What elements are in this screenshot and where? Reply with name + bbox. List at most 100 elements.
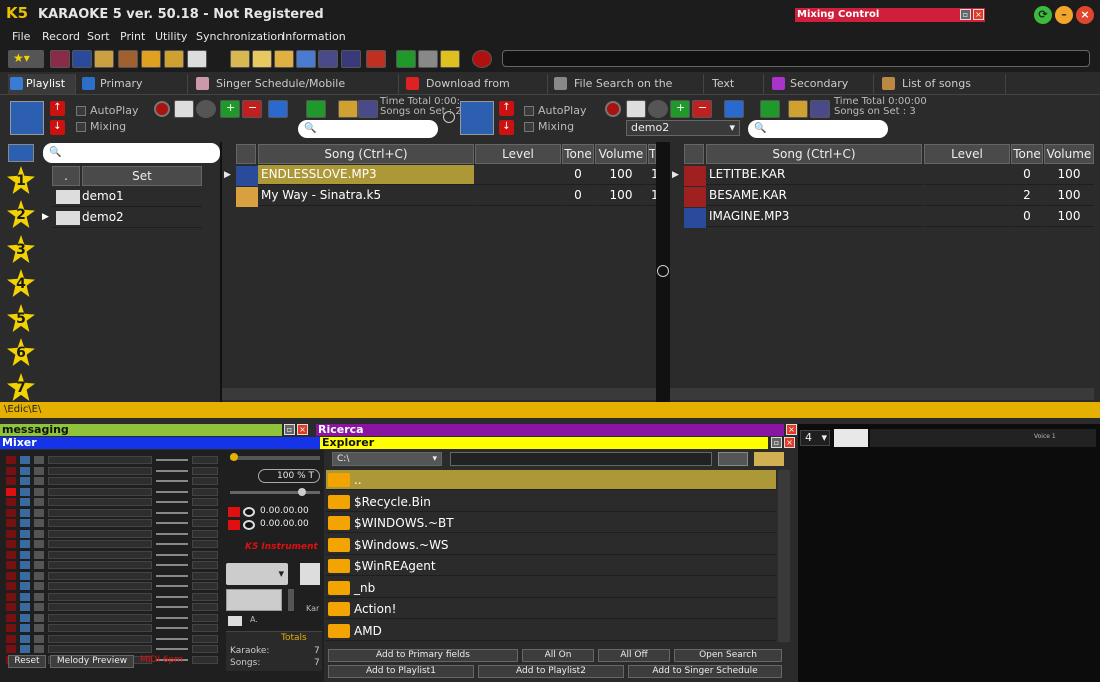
solo-icon[interactable] — [20, 645, 30, 653]
tab-playlist[interactable]: Playlist — [8, 74, 76, 94]
refresh-icon[interactable] — [718, 452, 748, 466]
explorer-folder-row[interactable]: _nb — [326, 578, 776, 598]
music-note-icon[interactable] — [50, 50, 70, 68]
col-volume[interactable]: Volume — [595, 144, 647, 164]
mixing-checkbox[interactable] — [76, 122, 86, 132]
close-icon[interactable]: × — [297, 424, 308, 435]
remove-icon[interactable]: − — [242, 100, 262, 118]
progress-bar[interactable] — [502, 50, 1090, 67]
mute-icon[interactable] — [6, 613, 16, 622]
mixer-channel-row[interactable] — [6, 487, 220, 497]
solo-icon[interactable] — [20, 582, 30, 590]
loop-icon[interactable] — [243, 507, 255, 517]
settings-icon[interactable] — [196, 100, 216, 118]
set-col-dot[interactable]: . — [52, 166, 80, 186]
pause-icon[interactable] — [440, 50, 460, 68]
all-off-button[interactable]: All Off — [598, 649, 670, 662]
mute-icon[interactable] — [6, 645, 16, 653]
solo-icon[interactable] — [20, 498, 30, 506]
volume-slider[interactable] — [156, 459, 188, 461]
mixer-channel-row[interactable] — [6, 624, 220, 633]
equalizer-icon[interactable] — [300, 563, 320, 585]
instrument-field[interactable] — [48, 550, 152, 559]
table-cell-volume[interactable]: 100 — [1044, 186, 1094, 206]
splitter[interactable] — [656, 142, 670, 402]
explorer-folder-row[interactable]: $Recycle.Bin — [326, 492, 776, 512]
mute-icon[interactable] — [6, 592, 16, 601]
mute-icon[interactable] — [6, 571, 16, 580]
mixer-channel-row[interactable] — [6, 477, 220, 486]
save-icon[interactable] — [724, 100, 744, 118]
mixing-control-bar[interactable]: Mixing Control — [795, 8, 985, 22]
table-cell-volume[interactable]: 100 — [1044, 165, 1094, 185]
mixer-channel-row[interactable] — [6, 582, 220, 591]
instrument-field[interactable] — [48, 571, 152, 580]
instrument-field[interactable] — [48, 603, 152, 611]
star-4-button[interactable]: 4 — [7, 269, 35, 297]
move-down-button[interactable]: ↓ — [50, 120, 65, 135]
set-select[interactable]: demo2 ▾ — [626, 120, 740, 136]
star-folder-icon[interactable] — [164, 50, 184, 68]
star-5-button[interactable]: 5 — [7, 304, 35, 332]
solo-icon[interactable] — [20, 508, 30, 517]
stop-icon[interactable] — [418, 50, 438, 68]
monitor-icon[interactable] — [358, 100, 378, 118]
menu-synchronization[interactable]: Synchronization — [196, 30, 284, 43]
camera-icon[interactable] — [187, 50, 207, 68]
explorer-folder-row[interactable]: AMD — [326, 621, 776, 641]
volume-slider[interactable] — [156, 522, 188, 524]
play-icon[interactable] — [306, 100, 326, 118]
solo-icon[interactable] — [20, 592, 30, 601]
dock-icon[interactable]: ▫ — [771, 437, 782, 448]
mute-icon[interactable] — [6, 456, 16, 464]
tab-text-song[interactable]: Text song — [708, 74, 764, 110]
favorites-icon[interactable]: ★▾ — [8, 50, 44, 68]
solo-icon[interactable] — [20, 550, 30, 559]
mute-icon[interactable] — [6, 466, 16, 475]
col-tone[interactable]: Tone — [1011, 144, 1043, 164]
table-row-song[interactable]: IMAGINE.MP3 — [706, 207, 922, 227]
add-to-singer-schedule-button[interactable]: Add to Singer Schedule — [628, 665, 782, 678]
explorer-folder-row[interactable]: $WINDOWS.~BT — [326, 513, 776, 533]
instrument-field[interactable] — [48, 634, 152, 643]
web-icon[interactable] — [341, 50, 361, 68]
save-icon[interactable] — [268, 100, 288, 118]
edit-icon[interactable] — [274, 50, 294, 68]
explorer-folder-row[interactable]: Action! — [326, 599, 776, 619]
set-search-input[interactable]: 🔍 — [43, 143, 220, 163]
mute-icon[interactable] — [6, 519, 16, 527]
tab-file-search[interactable]: File Search on the Internet — [552, 74, 704, 110]
instrument-field[interactable] — [48, 529, 152, 538]
col-level[interactable]: Level — [924, 144, 1010, 164]
vertical-scrollbar[interactable] — [778, 470, 790, 642]
volume-slider[interactable] — [156, 564, 188, 566]
volume-slider[interactable] — [156, 469, 188, 472]
add-to-playlist1-button[interactable]: Add to Playlist1 — [328, 665, 474, 678]
mixer-channel-row[interactable] — [6, 529, 220, 539]
mute-icon[interactable] — [6, 498, 16, 506]
table-cell-tone[interactable]: 0 — [1011, 207, 1043, 227]
instrument-field[interactable] — [48, 498, 152, 506]
solo-icon[interactable] — [20, 487, 30, 496]
waveform-icon[interactable] — [226, 589, 282, 611]
dock-icon[interactable]: ▫ — [284, 424, 295, 435]
record-button[interactable] — [154, 101, 170, 117]
mute-icon[interactable] — [6, 508, 16, 517]
star-6-button[interactable]: 6 — [7, 338, 35, 366]
mute-icon[interactable] — [6, 582, 16, 590]
menu-print[interactable]: Print — [120, 30, 145, 43]
volume-slider[interactable] — [156, 637, 188, 640]
volume-slider[interactable] — [156, 490, 188, 493]
dock-icon[interactable]: ▫ — [960, 9, 971, 20]
mixer-panel-header[interactable]: Mixer — [0, 437, 320, 449]
solo-icon[interactable] — [20, 634, 30, 643]
instrument-field[interactable] — [48, 624, 152, 632]
mixer-channel-row[interactable] — [6, 519, 220, 528]
instrument-field[interactable] — [48, 508, 152, 517]
volume-slider[interactable] — [156, 511, 188, 514]
record-button[interactable] — [605, 101, 621, 117]
autoplay-checkbox[interactable] — [76, 106, 86, 116]
instrument-select[interactable]: ▾ — [226, 563, 288, 585]
instrument-field[interactable] — [48, 561, 152, 569]
mixer-channel-row[interactable] — [6, 498, 220, 507]
